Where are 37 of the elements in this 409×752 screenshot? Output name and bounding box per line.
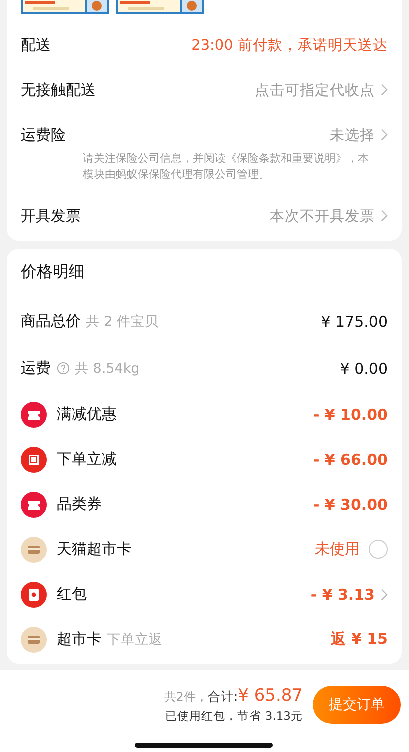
row-value: ¥ 175.00 (321, 312, 388, 330)
row-value[interactable]: 未选择 (330, 126, 375, 144)
row-value: - ¥ 3.13 (310, 586, 375, 604)
row-label: 开具发票 (21, 206, 81, 226)
submit-order-button[interactable]: 提交订单 (313, 686, 401, 724)
total-label: 合计: (208, 689, 238, 706)
row-label: 满减优惠 (57, 405, 117, 424)
row-value[interactable]: 点击可指定代收点 (255, 80, 375, 100)
row-value: ¥ 0.00 (340, 360, 388, 378)
row-value: 未使用 (315, 540, 360, 559)
row-value: - ¥ 66.00 (313, 450, 388, 468)
row-note: 下单立返 (107, 630, 163, 648)
row-label: 红包 (57, 585, 87, 604)
savings-text: 已使用红包，节省 3.13元 (166, 709, 303, 724)
row-value[interactable]: 本次不开具发票 (270, 206, 375, 226)
row-label: 天猫超市卡 (57, 540, 132, 559)
radio-button[interactable] (369, 540, 388, 559)
row-label: 商品总价 (21, 312, 81, 331)
item-count: 共2件， (164, 689, 208, 706)
row-label: 下单立减 (57, 450, 117, 469)
insurance-note: 请关注保险公司信息，并阅读《保险条款和重要说明》，本模块由蚂蚁保保险代理有限公司管理。 (83, 151, 370, 183)
row-label: 超市卡 (57, 630, 102, 649)
row-label: 无接触配送 (21, 80, 96, 100)
row-note: 共 2 件宝贝 (86, 312, 160, 330)
row-value: - ¥ 10.00 (313, 406, 388, 424)
section-title: 价格明细 (21, 261, 86, 283)
row-label: 品类券 (57, 495, 102, 514)
row-note: 共 8.54kg (75, 360, 140, 378)
row-label: 运费险 (21, 126, 66, 144)
help-icon[interactable] (57, 362, 70, 375)
row-label: 配送 (21, 36, 51, 54)
row-value: - ¥ 30.00 (313, 496, 388, 514)
row-value: 23:00 前付款，承诺明天送达 (192, 36, 388, 54)
row-label: 运费 (21, 359, 51, 378)
total-price: ¥ 65.87 (238, 686, 303, 706)
chevron-right-icon[interactable] (381, 588, 388, 600)
row-value: 返 ¥ 15 (331, 630, 388, 649)
